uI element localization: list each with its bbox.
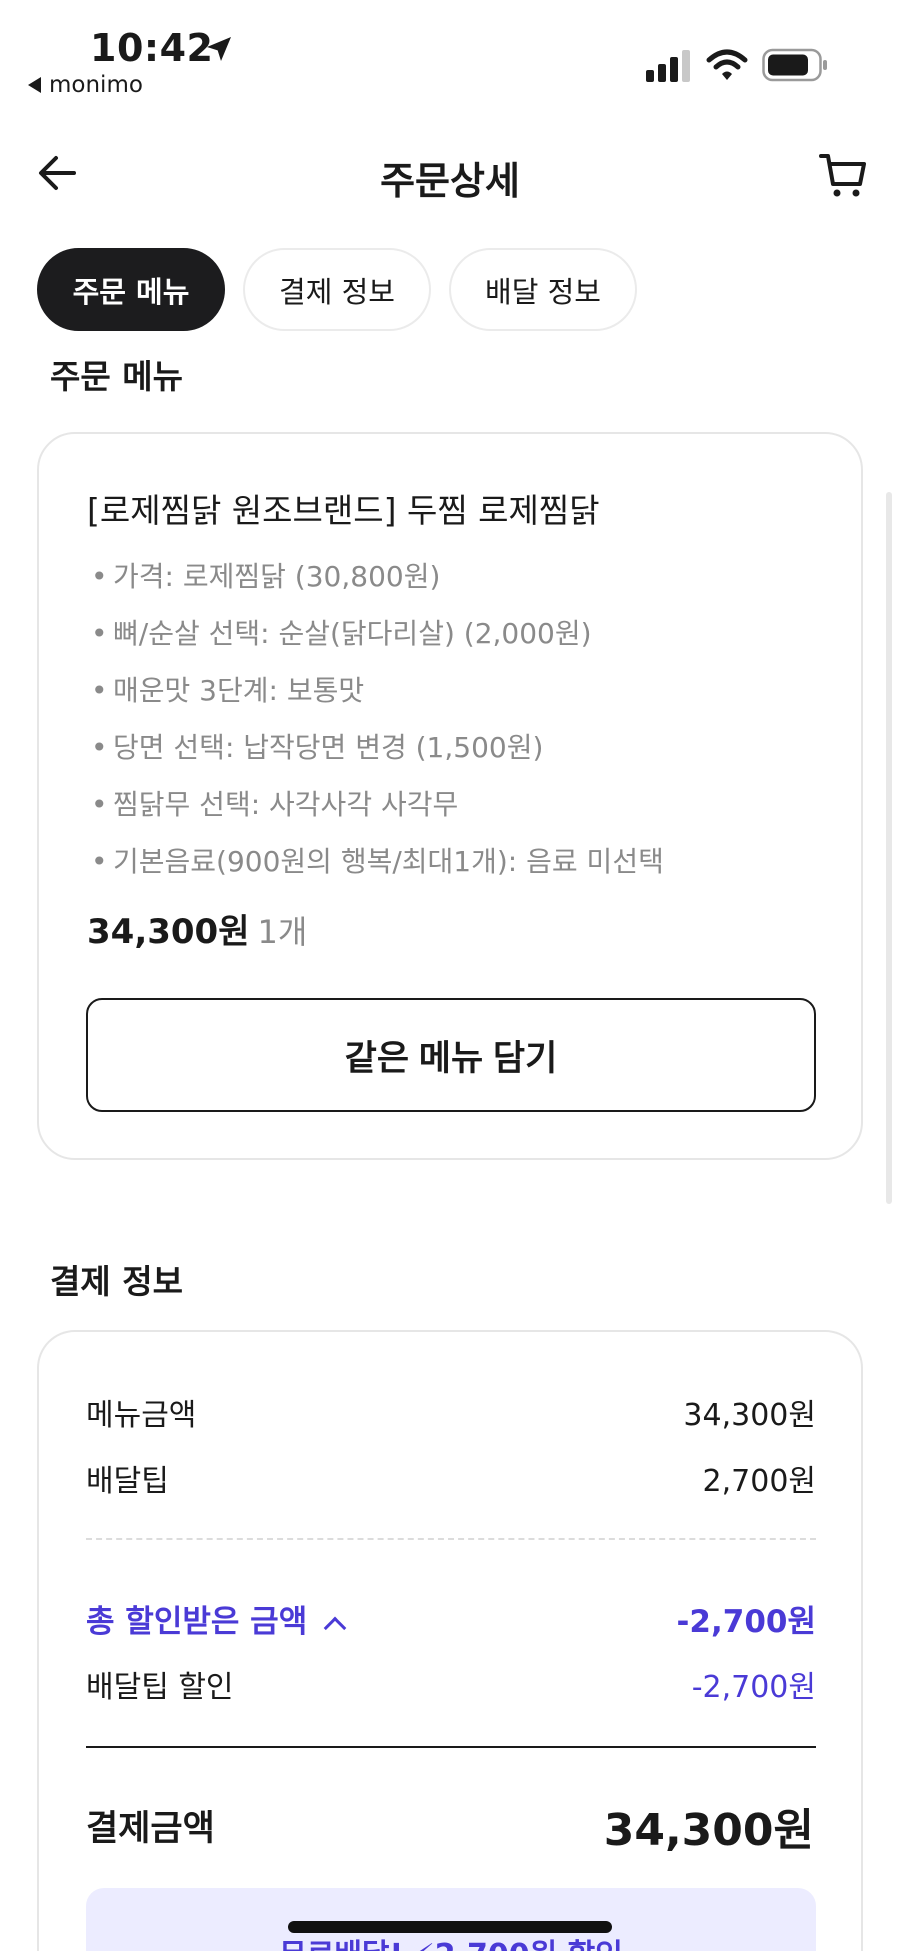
tab-delivery-info[interactable]: 배달 정보 — [449, 248, 637, 331]
list-item: • 매운맛 3단계: 보통맛 — [91, 674, 365, 707]
menu-price-line: 34,300원 1개 — [87, 904, 307, 953]
delivery-tip-label: 배달팁 — [86, 1464, 169, 1499]
add-same-menu-button[interactable]: 같은 메뉴 담기 — [86, 998, 816, 1112]
total-discount-value: -2,700원 — [676, 1604, 816, 1640]
tip-discount-label: 배달팁 할인 — [86, 1670, 234, 1705]
delivery-tip-value: 2,700원 — [702, 1464, 816, 1499]
menu-price: 34,300원 — [87, 912, 250, 952]
cart-icon[interactable] — [818, 150, 868, 200]
list-item: • 당면 선택: 납작당면 변경 (1,500원) — [91, 731, 544, 764]
payment-total-value: 34,300원 — [603, 1805, 814, 1856]
back-app-label: monimo — [49, 72, 143, 98]
tab-payment-info[interactable]: 결제 정보 — [243, 248, 431, 331]
section-tabs: 주문 메뉴 결제 정보 배달 정보 — [37, 248, 637, 331]
payment-section-title: 결제 정보 — [50, 1262, 183, 1301]
payment-info-card: 메뉴금액 34,300원 배달팁 2,700원 총 할인받은 금액 -2,700… — [37, 1330, 863, 1951]
total-discount-toggle[interactable]: 총 할인받은 금액 — [86, 1596, 347, 1641]
menu-quantity: 1개 — [257, 913, 308, 951]
wifi-icon — [706, 49, 748, 80]
nav-bar: 주문상세 — [0, 130, 900, 220]
scroll-indicator[interactable] — [886, 492, 892, 1204]
list-item: • 뼈/순살 선택: 순살(닭다리살) (2,000원) — [91, 617, 592, 650]
cellular-signal-icon — [646, 50, 690, 82]
list-item: • 기본음료(900원의 행복/최대1개): 음료 미선택 — [91, 845, 664, 878]
total-discount-row[interactable]: 총 할인받은 금액 -2,700원 — [86, 1596, 816, 1641]
location-arrow-icon — [207, 37, 231, 61]
list-item: • 가격: 로제찜닭 (30,800원) — [91, 560, 441, 593]
solid-divider — [86, 1746, 816, 1748]
home-indicator[interactable] — [288, 1921, 612, 1933]
promo-text: 무료배달! ⚡2,700원 할인 — [279, 1930, 623, 1951]
status-bar: 10:42 monimo — [0, 0, 900, 110]
order-menu-card: [로제찜닭 원조브랜드] 두찜 로제찜닭 • 가격: 로제찜닭 (30,800원)… — [37, 432, 863, 1160]
page-title: 주문상세 — [380, 159, 520, 203]
menu-amount-label: 메뉴금액 — [86, 1398, 197, 1433]
dashed-divider — [86, 1538, 816, 1540]
status-time: 10:42 — [90, 26, 214, 70]
menu-options-list: • 가격: 로제찜닭 (30,800원) • 뼈/순살 선택: 순살(닭다리살) (… — [91, 548, 664, 890]
chevron-up-icon — [323, 1616, 347, 1640]
delivery-tip-row: 배달팁 2,700원 — [86, 1456, 816, 1500]
tip-discount-row: 배달팁 할인 -2,700원 — [86, 1662, 816, 1706]
free-delivery-promo-banner: 무료배달! ⚡2,700원 할인 — [86, 1888, 816, 1951]
menu-name: [로제찜닭 원조브랜드] 두찜 로제찜닭 — [87, 491, 600, 530]
payment-total-label: 결제금액 — [86, 1809, 215, 1849]
list-item: • 찜닭무 선택: 사각사각 사각무 — [91, 788, 459, 821]
tip-discount-value: -2,700원 — [691, 1670, 816, 1705]
menu-amount-row: 메뉴금액 34,300원 — [86, 1390, 816, 1434]
back-triangle-icon — [28, 77, 41, 93]
tab-order-menu[interactable]: 주문 메뉴 — [37, 248, 225, 331]
menu-amount-value: 34,300원 — [683, 1398, 816, 1433]
order-section-title: 주문 메뉴 — [50, 357, 183, 396]
battery-icon — [762, 48, 827, 82]
back-to-app-link[interactable]: monimo — [28, 72, 143, 98]
